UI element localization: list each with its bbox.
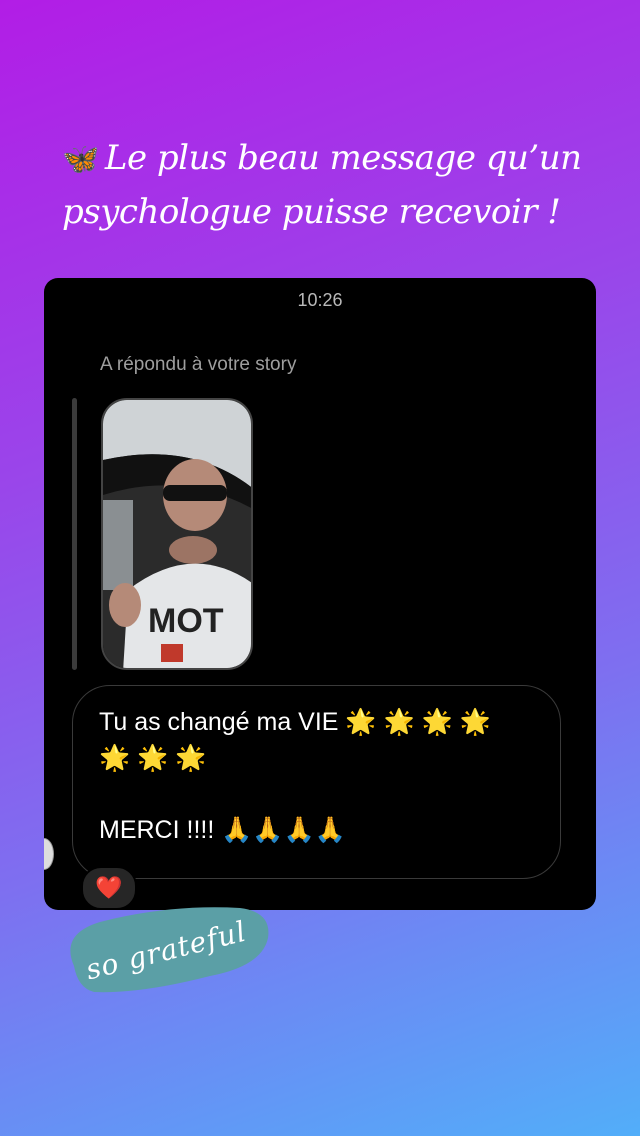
message-line-2: 🌟 🌟 🌟 xyxy=(99,744,207,772)
story-headline: 🦋 Le plus beau message qu’un psychologue … xyxy=(62,132,622,238)
butterfly-icon: 🦋 xyxy=(62,142,99,177)
headline-line-2: psychologue puisse recevoir ! xyxy=(62,192,561,232)
story-photo: MOT xyxy=(103,400,251,668)
story-reply-label: A répondu à votre story xyxy=(100,354,297,375)
message-line-3: MERCI !!!! 🙏🙏🙏🙏 xyxy=(99,816,346,844)
story-thumbnail[interactable]: MOT xyxy=(101,398,253,670)
headline-line-1: Le plus beau message qu’un xyxy=(104,138,582,178)
so-grateful-sticker: so grateful xyxy=(60,904,272,996)
message-timestamp: 10:26 xyxy=(297,290,343,310)
heart-icon: ❤️ xyxy=(95,875,123,900)
sender-avatar xyxy=(44,838,54,870)
svg-text:MOT: MOT xyxy=(148,602,224,640)
message-line-1: Tu as changé ma VIE 🌟 🌟 🌟 🌟 xyxy=(99,708,491,736)
dm-screenshot-card: 10:26 A répondu à votre story MOT Tu as … xyxy=(44,278,596,910)
message-bubble[interactable]: Tu as changé ma VIE 🌟 🌟 🌟 🌟 🌟 🌟 🌟 MERCI … xyxy=(72,685,561,879)
reply-indicator-bar xyxy=(72,398,77,670)
